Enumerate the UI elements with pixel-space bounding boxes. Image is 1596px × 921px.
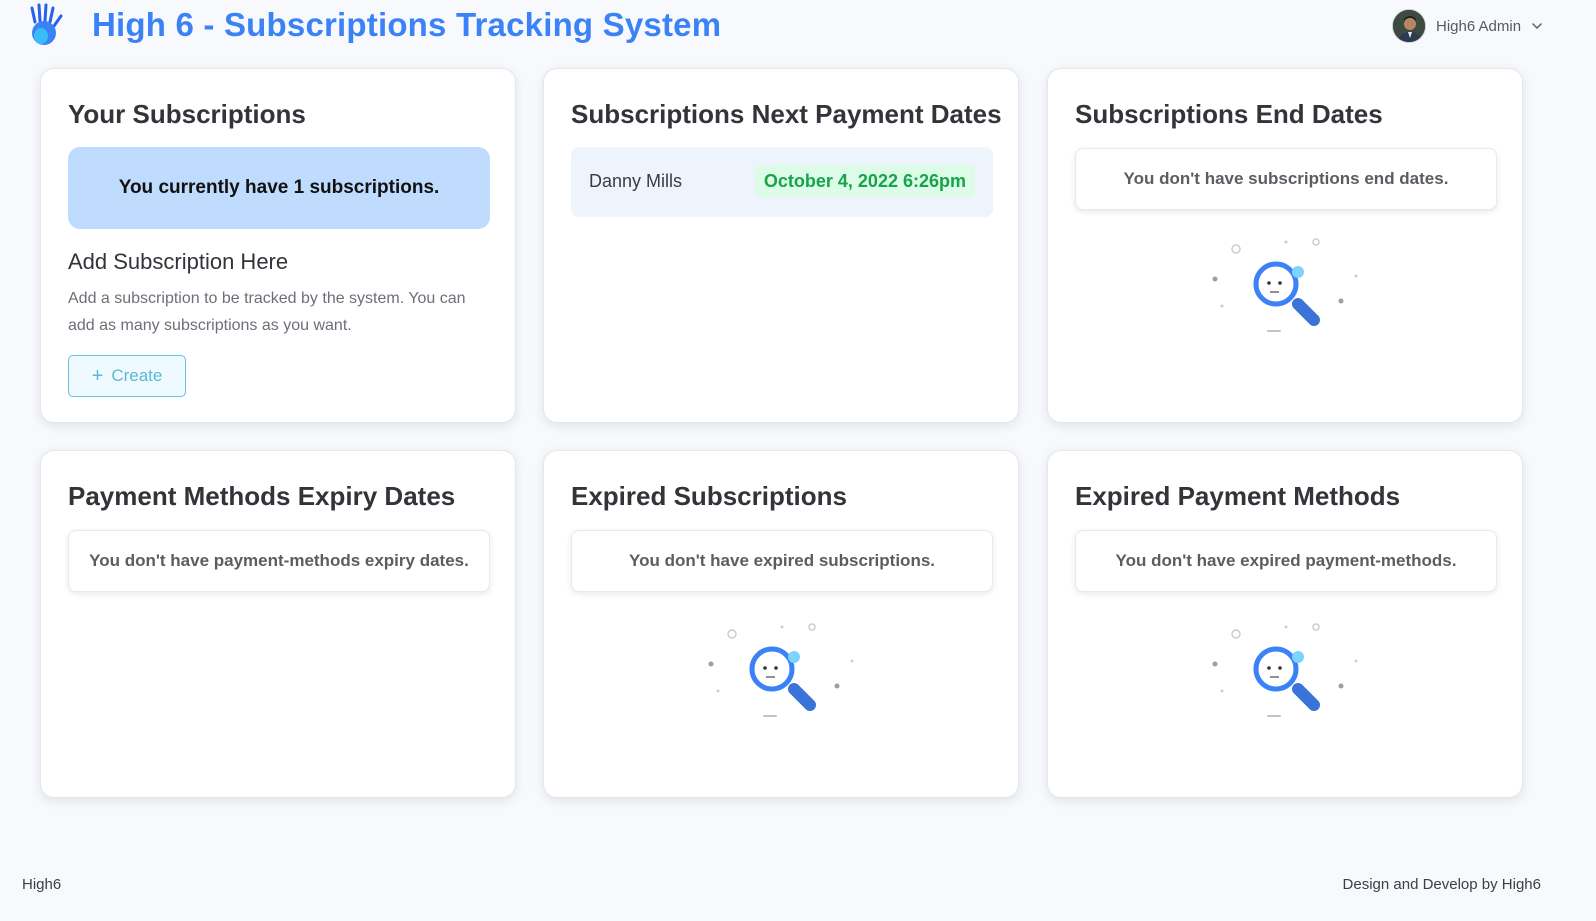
app-title: High 6 - Subscriptions Tracking System — [92, 6, 722, 43]
subscription-count-banner: You currently have 1 subscriptions. — [68, 147, 490, 229]
card-title: Subscriptions End Dates — [1075, 99, 1383, 129]
create-button[interactable]: + Create — [68, 355, 186, 397]
user-menu[interactable]: High6 Admin — [1392, 8, 1543, 44]
user-name: High6 Admin — [1436, 17, 1522, 35]
empty-search-icon — [708, 623, 854, 717]
empty-message: You don't have expired payment-methods. — [1115, 551, 1457, 570]
empty-search-icon — [1212, 623, 1358, 717]
empty-message: You don't have payment-methods expiry da… — [89, 551, 469, 570]
card-title: Subscriptions Next Payment Dates — [571, 99, 1002, 129]
payment-date-badge: October 4, 2022 6:26pm — [754, 165, 975, 197]
empty-search-icon — [1212, 238, 1358, 332]
expired-payment-methods-card: Expired Payment Methods You don't have e… — [1047, 450, 1523, 798]
add-subscription-heading: Add Subscription Here — [68, 249, 289, 274]
payment-methods-expiry-card: Payment Methods Expiry Dates You don't h… — [40, 450, 516, 798]
card-title: Payment Methods Expiry Dates — [68, 481, 456, 511]
next-payment-dates-card: Subscriptions Next Payment Dates Danny M… — [543, 68, 1019, 423]
your-subscriptions-card: Your Subscriptions You currently have 1 … — [40, 68, 516, 423]
empty-notice: You don't have payment-methods expiry da… — [68, 530, 490, 592]
create-label: Create — [111, 366, 163, 385]
empty-notice: You don't have expired subscriptions. — [571, 530, 993, 592]
chevron-down-icon — [1532, 23, 1542, 30]
add-subscription-description: Add a subscription to be tracked by the … — [68, 290, 466, 334]
plus-icon: + — [91, 365, 104, 387]
footer-credit: Design and Develop by High6 — [1342, 876, 1541, 893]
avatar — [1392, 9, 1426, 43]
list-item[interactable]: Danny Mills October 4, 2022 6:26pm — [571, 147, 993, 217]
end-dates-card: Subscriptions End Dates You don't have s… — [1047, 68, 1523, 423]
card-title: Your Subscriptions — [68, 99, 306, 129]
empty-message: You don't have expired subscriptions. — [629, 551, 935, 570]
hand-logo-icon[interactable] — [22, 2, 70, 50]
top-bar: High 6 - Subscriptions Tracking System H… — [0, 0, 1596, 52]
footer-brand: High6 — [22, 876, 62, 893]
card-title: Expired Subscriptions — [571, 481, 847, 511]
empty-message: You don't have subscriptions end dates. — [1123, 169, 1449, 188]
expired-subscriptions-card: Expired Subscriptions You don't have exp… — [543, 450, 1019, 798]
subscription-count-text: You currently have 1 subscriptions. — [118, 177, 440, 198]
empty-notice: You don't have expired payment-methods. — [1075, 530, 1497, 592]
empty-notice: You don't have subscriptions end dates. — [1075, 148, 1497, 210]
card-title: Expired Payment Methods — [1075, 481, 1401, 511]
subscription-name: Danny Mills — [589, 171, 683, 191]
